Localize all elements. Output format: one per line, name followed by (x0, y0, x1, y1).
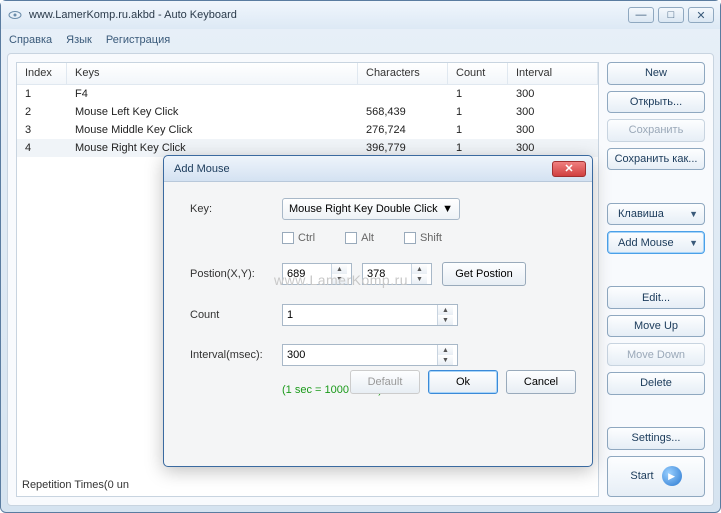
table-header: Index Keys Characters Count Interval (17, 63, 598, 85)
menu-help[interactable]: Справка (9, 34, 52, 46)
position-y-input[interactable]: ▲▼ (362, 263, 432, 285)
key-select[interactable]: Mouse Right Key Double Click ▼ (282, 198, 460, 220)
edit-button[interactable]: Edit... (607, 286, 705, 309)
add-mouse-dialog: Add Mouse ✕ Key: Mouse Right Key Double … (163, 155, 593, 467)
interval-input[interactable]: ▲▼ (282, 344, 458, 366)
movedown-button[interactable]: Move Down (607, 343, 705, 366)
app-icon (7, 7, 23, 23)
shift-checkbox[interactable]: Shift (404, 232, 442, 244)
table-row[interactable]: 1 F4 1 300 (17, 85, 598, 103)
alt-checkbox[interactable]: Alt (345, 232, 374, 244)
col-keys[interactable]: Keys (67, 63, 358, 84)
caret-down-icon: ▼ (442, 203, 453, 215)
main-window: www.LamerKomp.ru.akbd - Auto Keyboard — … (0, 0, 721, 513)
position-label: Postion(X,Y): (190, 268, 272, 280)
ok-button[interactable]: Ok (428, 370, 498, 394)
count-input[interactable]: ▲▼ (282, 304, 458, 326)
ctrl-checkbox[interactable]: Ctrl (282, 232, 315, 244)
spin-up-icon[interactable]: ▲ (438, 305, 453, 315)
maximize-button[interactable]: □ (658, 7, 684, 23)
minimize-button[interactable]: — (628, 7, 654, 23)
get-position-button[interactable]: Get Postion (442, 262, 526, 286)
spin-down-icon[interactable]: ▼ (438, 315, 453, 325)
saveas-button[interactable]: Сохранить как... (607, 148, 705, 171)
new-button[interactable]: New (607, 62, 705, 85)
save-button[interactable]: Сохранить (607, 119, 705, 142)
spin-down-icon[interactable]: ▼ (438, 355, 453, 365)
delete-button[interactable]: Delete (607, 372, 705, 395)
start-button[interactable]: Start▶ (607, 456, 705, 497)
cancel-button[interactable]: Cancel (506, 370, 576, 394)
spin-down-icon[interactable]: ▼ (412, 274, 427, 284)
settings-button[interactable]: Settings... (607, 427, 705, 450)
col-count[interactable]: Count (448, 63, 508, 84)
interval-label: Interval(msec): (190, 349, 272, 361)
moveup-button[interactable]: Move Up (607, 315, 705, 338)
play-icon: ▶ (662, 466, 682, 486)
key-button[interactable]: Клавиша▼ (607, 203, 705, 226)
button-column: New Открыть... Сохранить Сохранить как..… (607, 62, 705, 497)
default-button[interactable]: Default (350, 370, 420, 394)
table-row[interactable]: 2 Mouse Left Key Click 568,439 1 300 (17, 103, 598, 121)
dialog-titlebar: Add Mouse ✕ (164, 156, 592, 182)
menu-register[interactable]: Регистрация (106, 34, 170, 46)
caret-down-icon: ▼ (689, 209, 698, 219)
table-row[interactable]: 3 Mouse Middle Key Click 276,724 1 300 (17, 121, 598, 139)
dialog-close-button[interactable]: ✕ (552, 161, 586, 177)
col-interval[interactable]: Interval (508, 63, 598, 84)
position-x-input[interactable]: ▲▼ (282, 263, 352, 285)
spin-up-icon[interactable]: ▲ (412, 264, 427, 274)
count-label: Count (190, 309, 272, 321)
menu-language[interactable]: Язык (66, 34, 92, 46)
spin-up-icon[interactable]: ▲ (332, 264, 347, 274)
spin-down-icon[interactable]: ▼ (332, 274, 347, 284)
spin-up-icon[interactable]: ▲ (438, 345, 453, 355)
close-button[interactable]: ✕ (688, 7, 714, 23)
dialog-title: Add Mouse (170, 163, 552, 175)
window-title: www.LamerKomp.ru.akbd - Auto Keyboard (29, 9, 628, 21)
repetition-label: Repetition Times(0 un (22, 479, 129, 491)
titlebar: www.LamerKomp.ru.akbd - Auto Keyboard — … (1, 1, 720, 29)
open-button[interactable]: Открыть... (607, 91, 705, 114)
col-index[interactable]: Index (17, 63, 67, 84)
col-characters[interactable]: Characters (358, 63, 448, 84)
add-mouse-button[interactable]: Add Mouse▼ (607, 231, 705, 254)
menubar: Справка Язык Регистрация (1, 29, 720, 51)
key-label: Key: (190, 203, 272, 215)
caret-down-icon: ▼ (689, 238, 698, 248)
